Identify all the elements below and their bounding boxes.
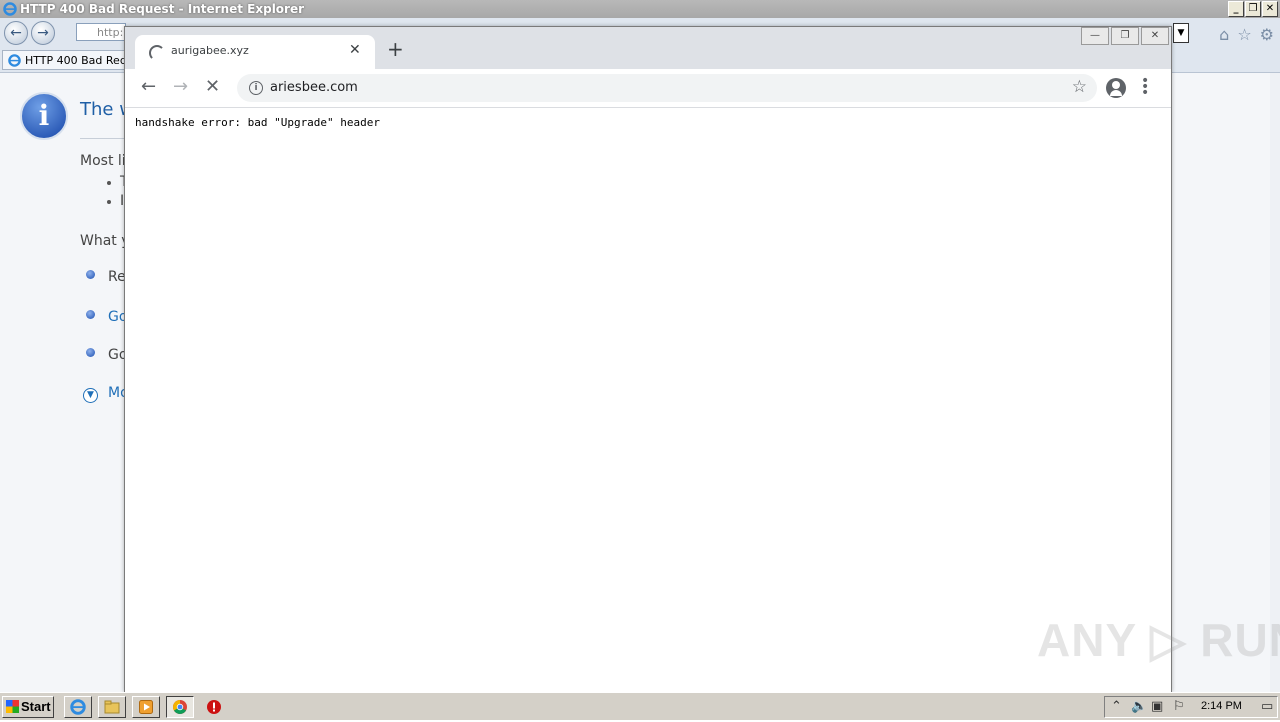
close-tab-icon[interactable]: ✕ <box>349 42 361 58</box>
ie-bullet-icon <box>86 348 95 357</box>
ie-settings-icon[interactable]: ⚙ <box>1260 25 1274 44</box>
ie-back-icon[interactable]: ← <box>4 21 28 45</box>
ie-restore-button[interactable]: ❐ <box>1245 1 1261 17</box>
ie-tab[interactable]: HTTP 400 Bad Reque <box>2 50 128 70</box>
loading-spinner-icon <box>149 45 165 61</box>
ie-tab-icon <box>8 54 21 67</box>
taskbar: Start ⌃ 🔈 ▣ ⚐ 2:14 PM ▭ <box>0 692 1280 720</box>
ie-titlebar[interactable]: HTTP 400 Bad Request - Internet Explorer… <box>0 0 1280 18</box>
volume-icon[interactable]: 🔈 <box>1131 699 1147 715</box>
chrome-restore-button[interactable]: ❐ <box>1111 27 1139 45</box>
taskbar-chrome-icon[interactable] <box>166 696 194 718</box>
ie-bullet-icon <box>86 270 95 279</box>
taskbar-media-player-icon[interactable] <box>132 696 160 718</box>
chevron-down-icon[interactable]: ▼ <box>83 388 98 403</box>
ie-minimize-button[interactable]: _ <box>1228 1 1244 17</box>
ie-scrollbar[interactable] <box>1270 73 1280 692</box>
omnibox[interactable]: i ariesbee.com ☆ <box>237 74 1097 102</box>
ie-what-you-text: What y <box>80 233 130 249</box>
url-text: ariesbee.com <box>270 80 358 95</box>
show-hidden-icons-icon[interactable]: ⌃ <box>1111 699 1122 715</box>
taskbar-ie-icon[interactable] <box>64 696 92 718</box>
ie-close-button[interactable]: ✕ <box>1262 1 1278 17</box>
chrome-window-controls: — ❐ ✕ <box>1079 27 1169 45</box>
chrome-window: aurigabee.xyz ✕ + — ❐ ✕ ← → ✕ i ariesbee… <box>124 26 1280 692</box>
ie-forward-icon[interactable]: → <box>31 21 55 45</box>
ie-tab-label: HTTP 400 Bad Reque <box>25 54 127 67</box>
chrome-tab-strip: aurigabee.xyz ✕ + — ❐ ✕ <box>125 27 1171 69</box>
start-label: Start <box>21 699 51 714</box>
taskbar-explorer-icon[interactable] <box>98 696 126 718</box>
error-message: handshake error: bad "Upgrade" header <box>135 116 381 129</box>
forward-arrow-icon[interactable]: → <box>173 77 188 97</box>
ie-home-icon[interactable]: ⌂ <box>1219 25 1229 44</box>
ie-toolbar-icons: ⌂ ☆ ⚙ <box>1219 25 1274 44</box>
profile-icon[interactable] <box>1106 78 1126 98</box>
ie-small-bullet <box>107 181 111 185</box>
windows-logo-icon <box>6 700 19 713</box>
start-button[interactable]: Start <box>2 696 54 718</box>
system-tray: ⌃ 🔈 ▣ ⚐ 2:14 PM ▭ <box>1104 696 1278 718</box>
ie-address-bar[interactable]: http: <box>76 23 126 41</box>
ie-address-dropdown-icon[interactable]: ▼ <box>1173 23 1189 43</box>
ie-favorites-icon[interactable]: ☆ <box>1237 25 1251 44</box>
action-center-flag-icon[interactable]: ⚐ <box>1173 699 1185 715</box>
chrome-tab-title: aurigabee.xyz <box>171 44 249 57</box>
chrome-close-button[interactable]: ✕ <box>1141 27 1169 45</box>
new-tab-icon[interactable]: + <box>387 39 404 59</box>
back-arrow-icon[interactable]: ← <box>141 77 156 97</box>
clock[interactable]: 2:14 PM <box>1201 700 1242 712</box>
ie-window-controls: _ ❐ ✕ <box>1228 1 1278 17</box>
network-icon[interactable]: ▣ <box>1151 699 1163 715</box>
ie-logo-icon <box>3 2 17 16</box>
chrome-page-content: handshake error: bad "Upgrade" header AN… <box>125 108 1280 692</box>
stop-icon[interactable]: ✕ <box>205 77 220 97</box>
chrome-tab[interactable]: aurigabee.xyz ✕ <box>135 35 375 69</box>
chrome-minimize-button[interactable]: — <box>1081 27 1109 45</box>
chrome-toolbar: ← → ✕ i ariesbee.com ☆ • • • <box>125 69 1171 108</box>
anyrun-watermark: ANY ▷ RUN <box>1037 614 1280 666</box>
site-info-icon[interactable]: i <box>249 81 263 95</box>
info-icon: i <box>20 92 68 140</box>
ie-bullet-icon <box>86 310 95 319</box>
menu-icon[interactable]: • • • <box>1141 74 1149 100</box>
ie-small-bullet <box>107 200 111 204</box>
star-icon[interactable]: ☆ <box>1072 77 1087 97</box>
taskbar-stop-icon[interactable] <box>200 696 228 718</box>
ie-window-title: HTTP 400 Bad Request - Internet Explorer <box>20 2 305 16</box>
show-desktop-icon[interactable]: ▭ <box>1261 699 1273 715</box>
ie-most-likely-text: Most li <box>80 153 126 169</box>
